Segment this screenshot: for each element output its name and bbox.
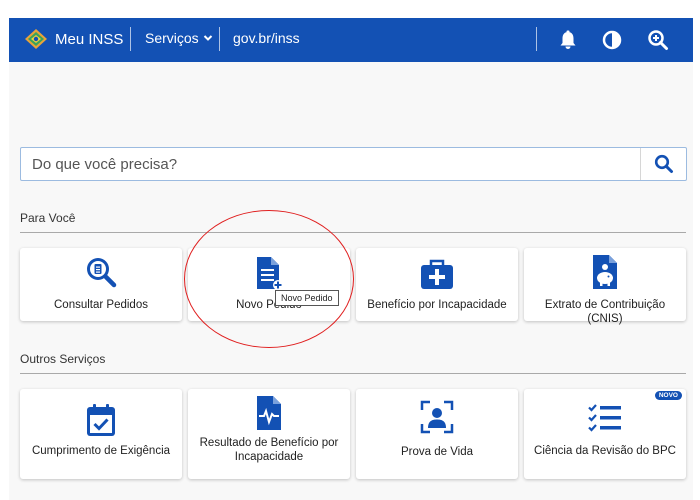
checklist-icon — [588, 404, 621, 432]
brand-title[interactable]: Meu INSS — [55, 31, 123, 48]
card-novo-pedido[interactable]: Novo Pedido — [188, 248, 350, 321]
card-extrato-cnis[interactable]: Extrato de Contribuição (CNIS) — [524, 248, 686, 325]
card-label: Prova de Vida — [400, 446, 474, 458]
contrast-icon[interactable] — [601, 29, 623, 51]
zoom-in-icon[interactable] — [647, 29, 669, 51]
card-label: Extrato de Contribuição (CNIS) — [544, 299, 666, 325]
app-frame: Meu INSS Serviços gov.br/inss Do que voc… — [9, 18, 693, 500]
search-icon — [654, 154, 673, 173]
new-badge: NOVO — [654, 391, 682, 400]
inss-logo-icon — [25, 29, 47, 49]
card-label: Ciência da Revisão do BPC — [534, 445, 676, 457]
search-document-icon — [87, 258, 117, 288]
top-navbar: Meu INSS Serviços gov.br/inss — [9, 18, 693, 62]
section-title-outros-servicos: Outros Serviços — [20, 352, 106, 366]
calendar-check-icon — [87, 404, 115, 436]
piggy-bank-document-icon — [593, 255, 617, 289]
face-scan-icon — [420, 400, 454, 434]
chevron-down-icon — [203, 35, 212, 41]
tooltip-novo-pedido: Novo Pedido — [275, 290, 339, 306]
new-document-icon — [257, 257, 283, 290]
card-label: Consultar Pedidos — [54, 299, 148, 311]
card-label: Benefício por Incapacidade — [367, 299, 507, 311]
medical-kit-icon — [421, 259, 453, 289]
section-title-para-voce: Para Você — [20, 211, 76, 225]
card-resultado-beneficio[interactable]: Resultado de Benefício por Incapacidade — [188, 389, 350, 479]
section-divider — [20, 232, 686, 233]
services-menu[interactable]: Serviços — [145, 30, 213, 46]
section-divider — [20, 373, 686, 374]
card-beneficio-incapacidade[interactable]: Benefício por Incapacidade — [356, 248, 518, 321]
card-consultar-pedidos[interactable]: Consultar Pedidos — [20, 248, 182, 321]
services-label: Serviços — [145, 30, 199, 46]
search-button[interactable] — [640, 148, 686, 180]
card-ciencia-revisao-bpc[interactable]: NOVO Ciência da Revisão do BPC — [524, 389, 686, 479]
govbr-link[interactable]: gov.br/inss — [233, 30, 300, 46]
heartbeat-document-icon — [257, 396, 281, 430]
divider — [130, 27, 131, 51]
divider — [536, 27, 537, 51]
card-label: Cumprimento de Exigência — [31, 445, 171, 457]
card-label: Resultado de Benefício por Incapacidade — [199, 437, 339, 463]
govbr-label: gov.br/inss — [233, 30, 300, 46]
search-input[interactable] — [21, 148, 641, 180]
card-prova-de-vida[interactable]: Prova de Vida — [356, 389, 518, 479]
search-bar — [20, 147, 687, 181]
divider — [219, 27, 220, 51]
bell-icon[interactable] — [557, 29, 579, 51]
card-cumprimento-exigencia[interactable]: Cumprimento de Exigência — [20, 389, 182, 479]
